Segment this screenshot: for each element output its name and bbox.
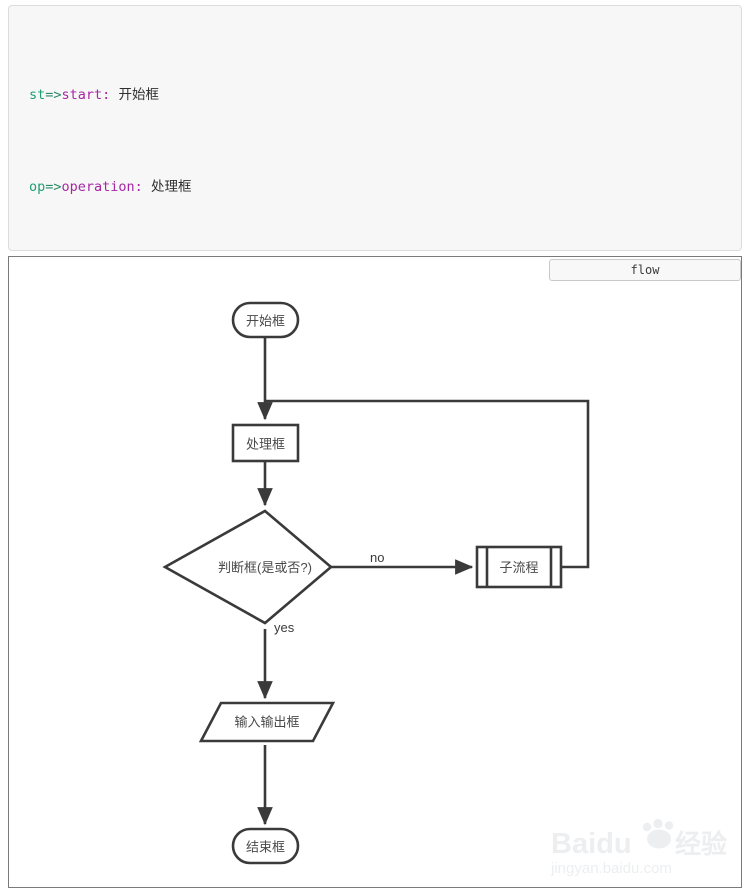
code-text-area[interactable]: st=>start: 开始框 op=>operation: 处理框 cond=>… xyxy=(29,15,273,250)
node-subroutine: 子流程 xyxy=(475,545,563,589)
node-label-token: 开始框 xyxy=(118,87,159,103)
node-start: 开始框 xyxy=(231,301,300,339)
node-id-token: op xyxy=(29,179,46,195)
node-inputoutput: 输入输出框 xyxy=(198,701,336,743)
node-end: 结束框 xyxy=(231,827,300,865)
node-type-token: start: xyxy=(61,87,111,103)
node-operation: 处理框 xyxy=(231,423,300,463)
node-inputoutput-label: 输入输出框 xyxy=(234,715,299,730)
assign-token: => xyxy=(45,179,62,195)
node-type-token: operation: xyxy=(61,179,143,195)
flowchart-canvas: 开始框 处理框 判断框(是或否?) 子流程 输入输出框 结束框 no yes xyxy=(162,301,590,865)
node-operation-label: 处理框 xyxy=(246,437,285,452)
definition-line: st=>start: 开始框 xyxy=(29,84,273,107)
assign-token: => xyxy=(45,87,62,103)
node-condition-label: 判断框(是或否?) xyxy=(218,560,312,575)
node-start-label: 开始框 xyxy=(246,314,285,329)
edge-label-yes: yes xyxy=(274,620,295,635)
node-label-token: 处理框 xyxy=(150,179,192,195)
node-subroutine-label: 子流程 xyxy=(499,560,538,575)
edge-label-no: no xyxy=(370,550,384,565)
edge-subroutine-loopback xyxy=(265,399,590,569)
node-id-token: st xyxy=(29,87,46,103)
node-condition: 判断框(是或否?) xyxy=(162,509,334,625)
definition-line: op=>operation: 处理框 xyxy=(29,176,273,199)
code-editor-panel[interactable]: st=>start: 开始框 op=>operation: 处理框 cond=>… xyxy=(8,5,742,251)
diagram-preview-panel: flow 开始框 处理框 判断框(是或否?) 子流程 输入输出框 结束框 no … xyxy=(8,256,742,888)
node-end-label: 结束框 xyxy=(246,840,285,855)
